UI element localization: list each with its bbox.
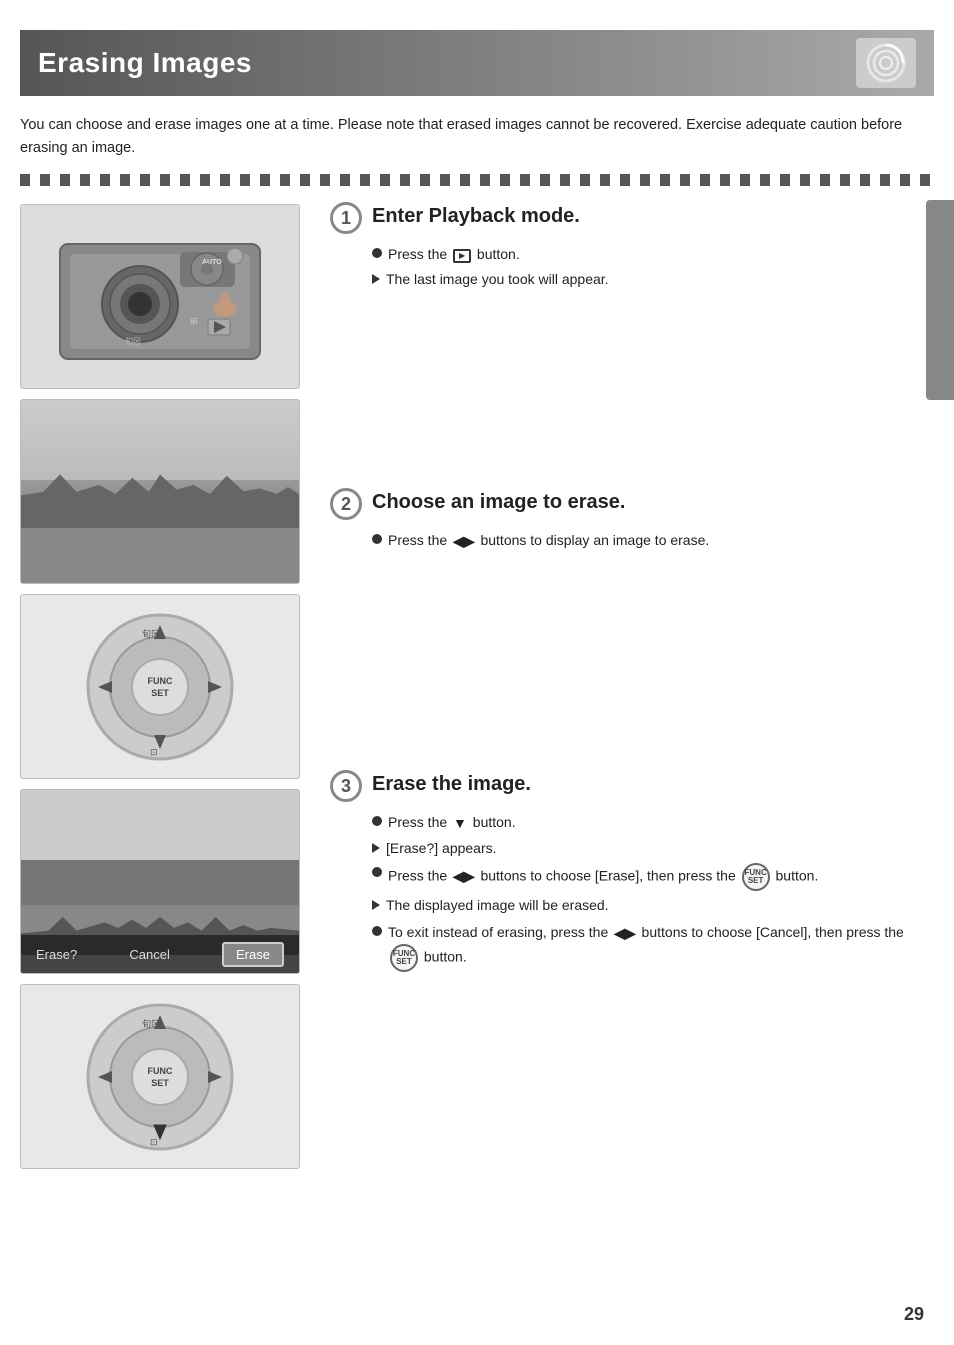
main-content: AUTO ⊞ ⊡ 旬⊠: [20, 204, 934, 1169]
step2-bullet1: Press the ◀▶ buttons to display an image…: [372, 530, 934, 552]
step3-bullet2: [Erase?] appears.: [372, 838, 934, 859]
step3-bullet3-text: Press the ◀▶ buttons to choose [Erase], …: [388, 863, 818, 891]
svg-text:⊡: ⊡: [150, 747, 158, 757]
bullet-circle-icon: [372, 816, 382, 826]
step2-number: 2: [330, 488, 362, 520]
svg-text:SET: SET: [151, 1078, 169, 1088]
title-bar: Erasing Images: [20, 30, 934, 96]
step3-bullet4: The displayed image will be erased.: [372, 895, 934, 916]
svg-text:旬⊠: 旬⊠: [142, 1018, 160, 1029]
step3c-image: FUNC SET 旬⊠ ⊡: [20, 984, 300, 1169]
step3b-image: Erase? Cancel Erase: [20, 789, 300, 974]
step2-body: Press the ◀▶ buttons to display an image…: [330, 530, 934, 552]
step3-header: 3 Erase the image.: [330, 772, 934, 804]
dialog-erase-label: Erase?: [36, 947, 77, 962]
step3-title: Erase the image.: [372, 772, 531, 796]
dialog-cancel-label: Cancel: [129, 947, 169, 962]
zebra-divider: [20, 174, 934, 186]
city-water: [21, 528, 299, 583]
bullet-circle-icon: [372, 248, 382, 258]
step2-header: 2 Choose an image to erase.: [330, 490, 934, 522]
arrow-icon: [372, 900, 380, 910]
step1-bullet1-text: Press the button.: [388, 244, 520, 265]
svg-text:FUNC: FUNC: [148, 1066, 173, 1076]
step3-bullet4-text: The displayed image will be erased.: [386, 895, 609, 916]
step2-title: Choose an image to erase.: [372, 490, 625, 514]
step1-bullet1: Press the button.: [372, 244, 934, 265]
down-arrow-icon: ▼: [453, 813, 467, 834]
step3a-image: FUNC SET 旬⊠ ⊡: [20, 594, 300, 779]
step1-bullet2: The last image you took will appear.: [372, 269, 934, 290]
step3-bullet5: To exit instead of erasing, press the ◀▶…: [372, 922, 934, 972]
sidebar-tab: [926, 200, 954, 400]
dialog-erase-button: Erase: [222, 942, 284, 967]
dialog-water: [21, 860, 299, 905]
step1-number: 1: [330, 202, 362, 234]
title-icon: [856, 38, 916, 88]
func-set-icon2: FUNCSET: [390, 944, 418, 972]
intro-paragraph: You can choose and erase images one at a…: [20, 114, 934, 160]
step2-block: 2 Choose an image to erase. Press the ◀▶…: [330, 490, 934, 552]
step1-header: 1 Enter Playback mode.: [330, 204, 934, 236]
left-images-col: AUTO ⊞ ⊡ 旬⊠: [20, 204, 310, 1169]
step2-image: [20, 399, 300, 584]
city-sky: [21, 400, 299, 480]
svg-text:旬⊠: 旬⊠: [125, 336, 141, 346]
svg-text:SET: SET: [151, 688, 169, 698]
arrow-icon: [372, 843, 380, 853]
dialog-sky: [21, 790, 299, 860]
func-set-icon: FUNCSET: [742, 863, 770, 891]
page-title: Erasing Images: [38, 47, 252, 79]
step3-bullet3: Press the ◀▶ buttons to choose [Erase], …: [372, 863, 934, 891]
right-steps-col: 1 Enter Playback mode. Press the button.…: [330, 204, 934, 989]
step3-body: Press the ▼ button. [Erase?] appears. Pr…: [330, 812, 934, 972]
step3-number: 3: [330, 770, 362, 802]
step2-bullet1-text: Press the ◀▶ buttons to display an image…: [388, 530, 709, 552]
svg-text:旬⊠: 旬⊠: [142, 628, 160, 639]
step3-bullet1: Press the ▼ button.: [372, 812, 934, 834]
playback-button-icon: [453, 249, 471, 263]
lr-arrows-icon: ◀▶: [453, 531, 475, 552]
step3-bullet5-text: To exit instead of erasing, press the ◀▶…: [388, 922, 934, 972]
dialog-bar: Erase? Cancel Erase: [21, 935, 299, 973]
step1-body: Press the button. The last image you too…: [330, 244, 934, 290]
arrow-icon: [372, 274, 380, 284]
page-number: 29: [904, 1304, 924, 1325]
step1-image: AUTO ⊞ ⊡ 旬⊠: [20, 204, 300, 389]
step3-bullet1-text: Press the ▼ button.: [388, 812, 516, 834]
step1-block: 1 Enter Playback mode. Press the button.…: [330, 204, 934, 290]
lr-arrows-icon3: ◀▶: [614, 923, 636, 944]
step1-title: Enter Playback mode.: [372, 204, 580, 228]
bullet-circle-icon: [372, 926, 382, 936]
bullet-circle-icon: [372, 534, 382, 544]
lr-arrows-icon2: ◀▶: [453, 866, 475, 887]
step3-bullet2-text: [Erase?] appears.: [386, 838, 497, 859]
svg-text:FUNC: FUNC: [148, 676, 173, 686]
svg-text:⊞: ⊞: [190, 316, 198, 326]
step1-bullet2-text: The last image you took will appear.: [386, 269, 609, 290]
bullet-circle-icon: [372, 867, 382, 877]
step3-block: 3 Erase the image. Press the ▼ button. […: [330, 772, 934, 972]
svg-text:⊡: ⊡: [150, 1137, 158, 1147]
